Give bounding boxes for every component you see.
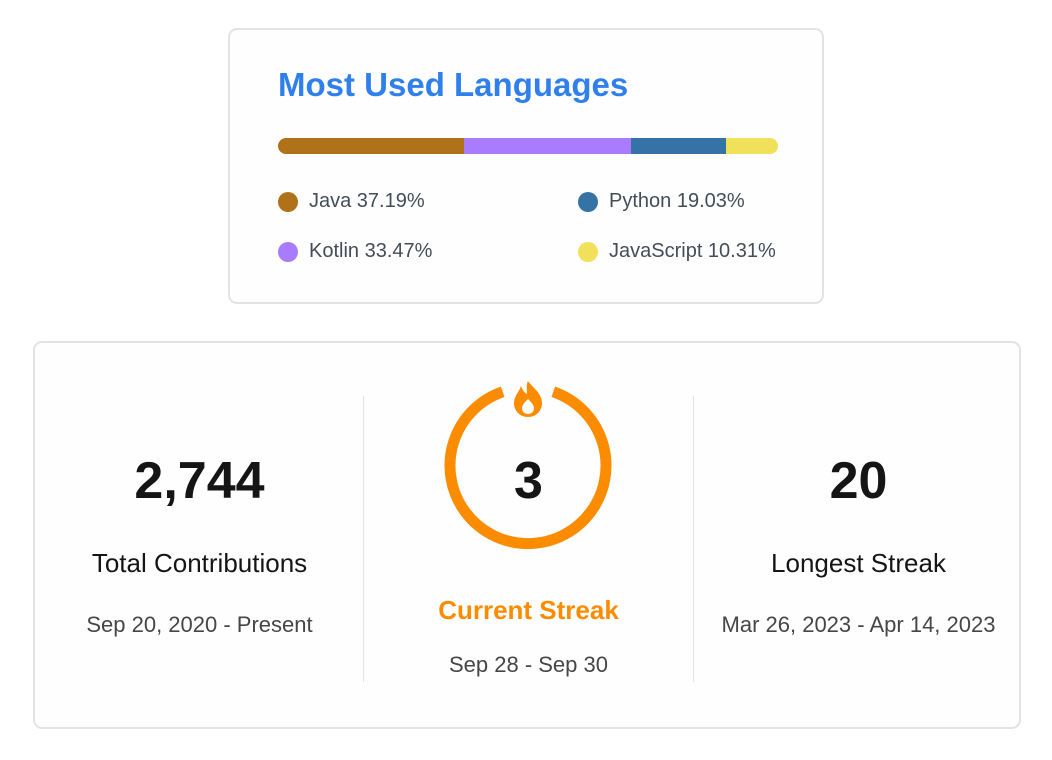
languages-legend: Java 37.19% Kotlin 33.47% Python 19.03% … bbox=[278, 190, 818, 270]
legend-dot-python bbox=[578, 191, 598, 212]
current-streak-range: Sep 28 - Sep 30 bbox=[448, 652, 608, 677]
total-contributions-label: Total Contributions bbox=[91, 548, 308, 578]
languages-title: Most Used Languages bbox=[278, 66, 629, 103]
legend-item-python: Python 19.03% bbox=[578, 190, 745, 213]
bar-segment-kotlin bbox=[463, 138, 632, 154]
current-streak-value: 3 bbox=[514, 452, 543, 510]
total-contributions-range: Sep 20, 2020 - Present bbox=[86, 612, 313, 637]
legend-item-kotlin: Kotlin 33.47% bbox=[278, 240, 432, 263]
total-contributions-value: 2,744 bbox=[134, 452, 265, 510]
longest-streak-section: 20 Longest Streak Mar 26, 2023 - Apr 14,… bbox=[694, 343, 1023, 727]
legend-dot-java bbox=[278, 191, 298, 212]
legend-label-java: Java 37.19% bbox=[309, 190, 425, 212]
languages-progress-bar bbox=[278, 138, 778, 154]
longest-streak-value: 20 bbox=[829, 452, 888, 510]
legend-dot-kotlin bbox=[278, 241, 298, 262]
legend-dot-javascript bbox=[578, 241, 598, 262]
bar-segment-javascript bbox=[726, 138, 778, 154]
legend-item-javascript: JavaScript 10.31% bbox=[578, 240, 776, 263]
languages-card: Most Used Languages Java 37.19% Kotlin 3… bbox=[228, 28, 824, 304]
longest-streak-label: Longest Streak bbox=[771, 548, 946, 578]
fire-icon bbox=[514, 381, 542, 417]
current-streak-label: Current Streak bbox=[438, 595, 619, 625]
bar-segment-python bbox=[631, 138, 727, 154]
bar-segment-java bbox=[278, 138, 464, 154]
streak-stats-card: 2,744 Total Contributions Sep 20, 2020 -… bbox=[33, 341, 1021, 729]
current-streak-section: 3 Current Streak Sep 28 - Sep 30 bbox=[364, 343, 693, 727]
legend-item-java: Java 37.19% bbox=[278, 190, 425, 213]
legend-label-python: Python 19.03% bbox=[609, 190, 745, 212]
legend-label-javascript: JavaScript 10.31% bbox=[609, 240, 776, 262]
longest-streak-range: Mar 26, 2023 - Apr 14, 2023 bbox=[721, 612, 996, 637]
total-contributions-section: 2,744 Total Contributions Sep 20, 2020 -… bbox=[35, 343, 364, 727]
legend-label-kotlin: Kotlin 33.47% bbox=[309, 240, 433, 262]
stats-page: Most Used Languages Java 37.19% Kotlin 3… bbox=[0, 0, 1052, 760]
